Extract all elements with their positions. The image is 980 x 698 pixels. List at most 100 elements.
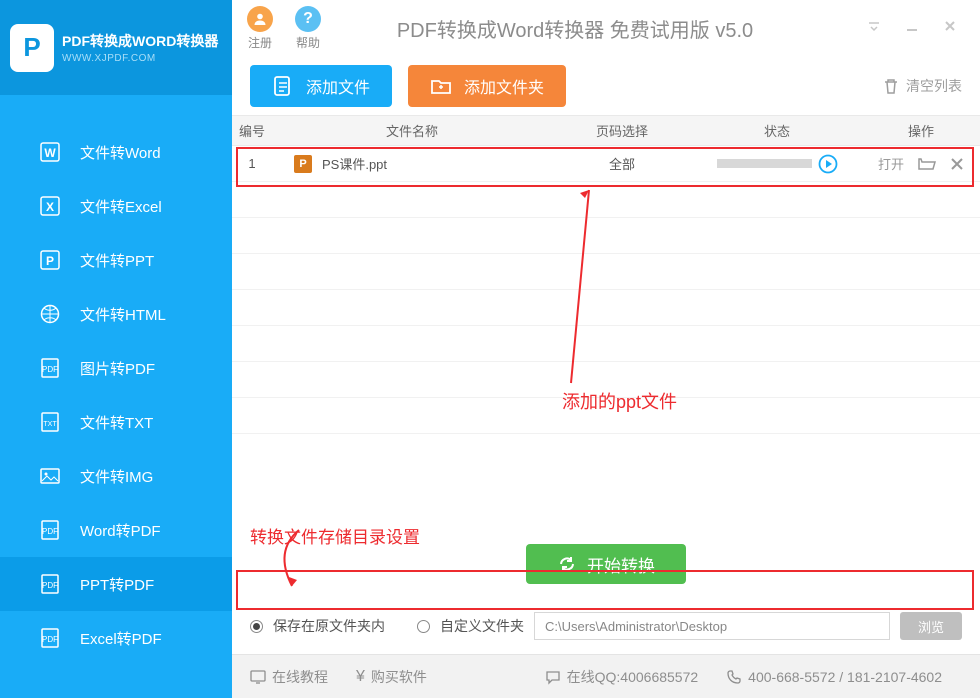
- screen-icon: [250, 669, 266, 685]
- help-label: 帮助: [296, 34, 320, 51]
- add-file-label: 添加文件: [306, 74, 370, 98]
- table-row[interactable]: 1 P PS课件.ppt 全部 打开: [232, 146, 980, 182]
- folder-icon: [430, 75, 452, 97]
- image-icon: [40, 466, 60, 486]
- main-panel: 注册 ? 帮助 PDF转换成Word转换器 免费试用版 v5.0 添加文件 添加文…: [232, 0, 980, 698]
- nav-label: 文件转HTML: [80, 304, 166, 325]
- nav-item-wordpdf[interactable]: PDF Word转PDF: [0, 503, 232, 557]
- th-page: 页码选择: [552, 121, 692, 140]
- annotation-text-1: 添加的ppt文件: [562, 388, 677, 414]
- user-icon: [247, 6, 273, 32]
- phone-icon: [726, 669, 742, 685]
- th-action: 操作: [862, 121, 980, 140]
- nav-item-excel[interactable]: X 文件转Excel: [0, 179, 232, 233]
- logo-icon: P: [10, 24, 54, 72]
- buy-link[interactable]: ¥购买软件: [356, 667, 427, 687]
- phone-label: 400-668-5572 / 181-2107-4602: [748, 669, 942, 685]
- svg-text:PDF: PDF: [42, 527, 58, 536]
- folder-open-icon[interactable]: [918, 156, 936, 172]
- help-button[interactable]: ? 帮助: [295, 6, 321, 51]
- svg-text:P: P: [46, 254, 54, 268]
- add-folder-label: 添加文件夹: [464, 74, 544, 98]
- start-convert-button[interactable]: 开始转换: [526, 544, 686, 584]
- register-label: 注册: [248, 34, 272, 51]
- file-name: PS课件.ppt: [322, 154, 387, 173]
- pdf-icon: PDF: [40, 520, 60, 540]
- svg-text:TXT: TXT: [43, 421, 57, 428]
- nav-item-html[interactable]: 文件转HTML: [0, 287, 232, 341]
- minimize-icon[interactable]: [905, 19, 919, 38]
- nav-label: Excel转PDF: [80, 628, 162, 649]
- save-path-input[interactable]: C:\Users\Administrator\Desktop: [534, 612, 890, 640]
- cell-index: 1: [232, 156, 272, 171]
- remove-row-icon[interactable]: [950, 157, 964, 171]
- nav-label: Word转PDF: [80, 520, 161, 541]
- doc-x-icon: X: [40, 196, 60, 216]
- add-file-button[interactable]: 添加文件: [250, 65, 392, 107]
- nav-item-img[interactable]: 文件转IMG: [0, 449, 232, 503]
- radio-save-custom[interactable]: [417, 620, 430, 633]
- nav-label: 文件转PPT: [80, 250, 154, 271]
- sidebar: P PDF转换成WORD转换器 WWW.XJPDF.COM W 文件转Word X…: [0, 0, 232, 698]
- logo: P PDF转换成WORD转换器 WWW.XJPDF.COM: [0, 0, 232, 95]
- doc-p-icon: P: [40, 250, 60, 270]
- nav-item-txt[interactable]: TXT 文件转TXT: [0, 395, 232, 449]
- close-icon[interactable]: [943, 19, 957, 38]
- logo-url: WWW.XJPDF.COM: [62, 53, 218, 64]
- nav-label: 文件转TXT: [80, 412, 153, 433]
- pdf-icon: PDF: [40, 628, 60, 648]
- pdf-icon: PDF: [40, 358, 60, 378]
- nav-label: PPT转PDF: [80, 574, 154, 595]
- open-button[interactable]: 打开: [878, 154, 904, 173]
- pdf-icon: PDF: [40, 574, 60, 594]
- refresh-icon: [557, 554, 577, 574]
- ppt-file-icon: P: [294, 155, 312, 173]
- browse-button[interactable]: 浏览: [900, 612, 962, 640]
- clear-label: 清空列表: [906, 76, 962, 96]
- cell-name: P PS课件.ppt: [272, 154, 552, 173]
- svg-text:X: X: [46, 200, 54, 214]
- start-label: 开始转换: [587, 552, 655, 577]
- chat-icon: [545, 669, 561, 685]
- svg-text:PDF: PDF: [42, 635, 58, 644]
- nav-list: W 文件转Word X 文件转Excel P 文件转PPT 文件转HTML PDF图片…: [0, 95, 232, 698]
- buy-label: 购买软件: [371, 667, 427, 687]
- dropdown-icon[interactable]: [867, 19, 881, 38]
- radio-save-custom-label: 自定义文件夹: [440, 616, 524, 636]
- add-folder-button[interactable]: 添加文件夹: [408, 65, 566, 107]
- cell-page[interactable]: 全部: [552, 154, 692, 173]
- play-icon[interactable]: [818, 154, 838, 174]
- register-button[interactable]: 注册: [247, 6, 273, 51]
- app-title: PDF转换成Word转换器 免费试用版 v5.0: [343, 14, 867, 43]
- nav-item-pptpdf[interactable]: PDF PPT转PDF: [0, 557, 232, 611]
- nav-label: 文件转Word: [80, 142, 161, 163]
- qq-contact[interactable]: 在线QQ:4006685572: [545, 667, 699, 687]
- trash-icon: [882, 77, 900, 95]
- phone-contact[interactable]: 400-668-5572 / 181-2107-4602: [726, 669, 942, 685]
- nav-label: 文件转Excel: [80, 196, 162, 217]
- nav-item-ppt[interactable]: P 文件转PPT: [0, 233, 232, 287]
- nav-item-imgpdf[interactable]: PDF图片转PDF: [0, 341, 232, 395]
- cell-status: [692, 154, 862, 174]
- globe-icon: [40, 304, 60, 324]
- th-status: 状态: [692, 121, 862, 140]
- bottom-panel: 转换文件存储目录设置 开始转换 保存在原文件夹内 自定义文件夹 C:\Users…: [232, 519, 980, 654]
- titlebar: 注册 ? 帮助 PDF转换成Word转换器 免费试用版 v5.0: [232, 0, 980, 56]
- progress-bar: [717, 159, 812, 168]
- tutorial-link[interactable]: 在线教程: [250, 667, 328, 687]
- th-name: 文件名称: [272, 121, 552, 140]
- doc-w-icon: W: [40, 142, 60, 162]
- table-header: 编号 文件名称 页码选择 状态 操作: [232, 116, 980, 146]
- svg-text:PDF: PDF: [42, 365, 58, 374]
- qq-label: 在线QQ:4006685572: [567, 667, 699, 687]
- nav-item-word[interactable]: W 文件转Word: [0, 125, 232, 179]
- statusbar: 在线教程 ¥购买软件 在线QQ:4006685572 400-668-5572 …: [232, 654, 980, 698]
- svg-text:W: W: [44, 146, 56, 160]
- save-options-row: 保存在原文件夹内 自定义文件夹 C:\Users\Administrator\D…: [250, 608, 962, 654]
- file-icon: [272, 75, 294, 97]
- radio-save-original[interactable]: [250, 620, 263, 633]
- nav-item-excelpdf[interactable]: PDF Excel转PDF: [0, 611, 232, 665]
- help-icon: ?: [295, 6, 321, 32]
- th-index: 编号: [232, 121, 272, 140]
- clear-list-button[interactable]: 清空列表: [882, 76, 962, 96]
